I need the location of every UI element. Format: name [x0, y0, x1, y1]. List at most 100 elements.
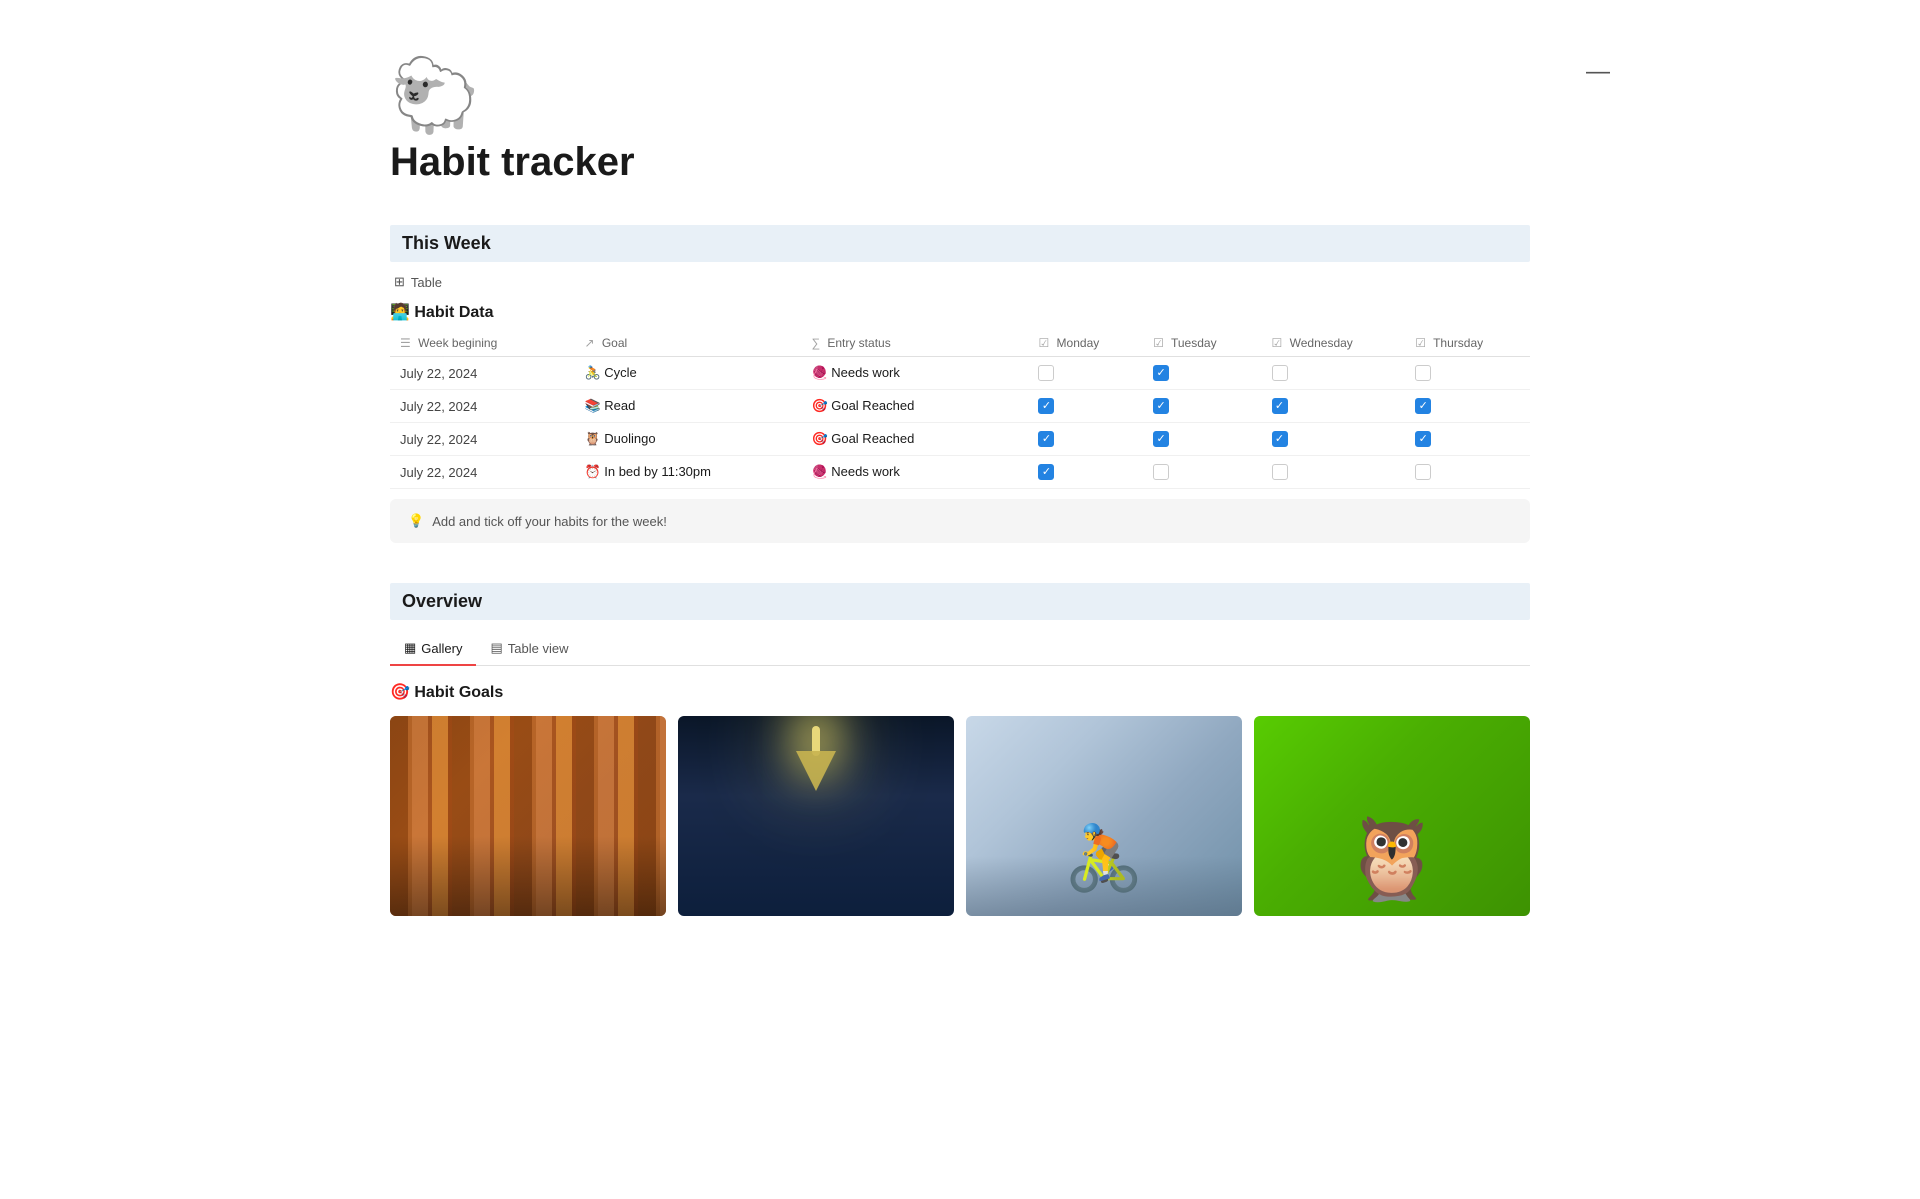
- tab-table-view[interactable]: ▤ Table view: [476, 632, 582, 666]
- checkbox-wednesday[interactable]: [1272, 398, 1288, 414]
- cell-date: July 22, 2024: [390, 357, 574, 390]
- cell-monday[interactable]: [1028, 423, 1143, 456]
- habit-table-body: July 22, 2024 🚴 Cycle 🧶 Needs work: [390, 357, 1530, 489]
- cell-wednesday[interactable]: [1262, 357, 1406, 390]
- overview-tabs: ▦ Gallery ▤ Table view: [390, 632, 1530, 666]
- checkbox-wrapper: [1038, 398, 1133, 414]
- tip-text: Add and tick off your habits for the wee…: [432, 514, 667, 529]
- cell-monday[interactable]: [1028, 456, 1143, 489]
- cell-date: July 22, 2024: [390, 423, 574, 456]
- table-view-tab-icon: ▤: [490, 640, 502, 656]
- table-row: July 22, 2024 🚴 Cycle 🧶 Needs work: [390, 357, 1530, 390]
- habit-table: ☰ Week begining ↗ Goal ∑ Entry status: [390, 330, 1530, 489]
- checkbox-monday[interactable]: [1038, 464, 1054, 480]
- cell-tuesday[interactable]: [1143, 423, 1261, 456]
- checkbox-wrapper: [1272, 431, 1396, 447]
- cell-thursday[interactable]: [1405, 456, 1530, 489]
- habit-data-title: 🧑‍💻 Habit Data: [390, 302, 1530, 322]
- col-header-wednesday: ☑ Wednesday: [1262, 330, 1406, 357]
- cell-monday[interactable]: [1028, 357, 1143, 390]
- checkbox-wrapper: [1415, 431, 1520, 447]
- checkbox-tuesday[interactable]: [1153, 398, 1169, 414]
- col-header-goal: ↗ Goal: [574, 330, 801, 357]
- checkbox-wednesday[interactable]: [1272, 431, 1288, 447]
- gallery-card-duolingo[interactable]: 🦉: [1254, 716, 1530, 916]
- checkbox-wrapper: [1415, 398, 1520, 414]
- checkbox-thursday[interactable]: [1415, 398, 1431, 414]
- cell-tuesday[interactable]: [1143, 357, 1261, 390]
- check-square-icon: ☑: [1038, 336, 1049, 350]
- table-label: Table: [411, 275, 442, 290]
- gallery-card-cycle[interactable]: [966, 716, 1242, 916]
- checkbox-monday[interactable]: [1038, 431, 1054, 447]
- checkbox-wrapper: [1415, 464, 1520, 480]
- checkbox-wrapper: [1038, 365, 1133, 381]
- calendar-icon: ☰: [400, 336, 411, 350]
- checkbox-wrapper: [1272, 398, 1396, 414]
- cell-status: 🎯 Goal Reached: [801, 423, 1028, 456]
- cell-status: 🎯 Goal Reached: [801, 390, 1028, 423]
- overview-header: Overview: [390, 583, 1530, 620]
- cell-thursday[interactable]: [1405, 357, 1530, 390]
- col-header-monday: ☑ Monday: [1028, 330, 1143, 357]
- table-header-row: ☰ Week begining ↗ Goal ∑ Entry status: [390, 330, 1530, 357]
- checkbox-wrapper: [1153, 398, 1251, 414]
- checkbox-wednesday[interactable]: [1272, 365, 1288, 381]
- page-title: Habit tracker: [390, 140, 1530, 185]
- cell-wednesday[interactable]: [1262, 456, 1406, 489]
- checkbox-thursday[interactable]: [1415, 365, 1431, 381]
- cell-wednesday[interactable]: [1262, 390, 1406, 423]
- check-square-icon-thu: ☑: [1415, 336, 1426, 350]
- col-header-status: ∑ Entry status: [801, 330, 1028, 357]
- checkbox-wrapper: [1272, 365, 1396, 381]
- checkbox-monday[interactable]: [1038, 398, 1054, 414]
- duolingo-owl-icon: 🦉: [1342, 812, 1442, 906]
- check-square-icon-tue: ☑: [1153, 336, 1164, 350]
- cell-thursday[interactable]: [1405, 423, 1530, 456]
- checkbox-tuesday[interactable]: [1153, 365, 1169, 381]
- habit-data-container: 🧑‍💻 Habit Data ☰ Week begining ↗ Goal: [390, 302, 1530, 489]
- table-row: July 22, 2024 🦉 Duolingo 🎯 Goal Reached: [390, 423, 1530, 456]
- checkbox-wrapper: [1038, 464, 1133, 480]
- this-week-header: This Week: [390, 225, 1530, 262]
- col-header-week: ☰ Week begining: [390, 330, 574, 357]
- checkbox-wednesday[interactable]: [1272, 464, 1288, 480]
- checkbox-wrapper: [1038, 431, 1133, 447]
- arrow-icon: ↗: [584, 336, 594, 350]
- checkbox-wrapper: [1153, 464, 1251, 480]
- table-icon: ⊞: [394, 274, 405, 290]
- gallery-card-lamp[interactable]: [678, 716, 954, 916]
- checkbox-tuesday[interactable]: [1153, 464, 1169, 480]
- cell-goal: 📚 Read: [574, 390, 801, 423]
- table-view-tab-label: Table view: [508, 641, 569, 656]
- cell-thursday[interactable]: [1405, 390, 1530, 423]
- gallery-card-books[interactable]: [390, 716, 666, 916]
- col-header-tuesday: ☑ Tuesday: [1143, 330, 1261, 357]
- cell-tuesday[interactable]: [1143, 456, 1261, 489]
- cell-monday[interactable]: [1028, 390, 1143, 423]
- cell-wednesday[interactable]: [1262, 423, 1406, 456]
- cell-tuesday[interactable]: [1143, 390, 1261, 423]
- lamp-shade: [796, 751, 836, 791]
- checkbox-wrapper: [1415, 365, 1520, 381]
- overview-section: Overview ▦ Gallery ▤ Table view 🎯 Habit …: [390, 583, 1530, 916]
- checkbox-thursday[interactable]: [1415, 464, 1431, 480]
- gallery-grid: 🦉: [390, 716, 1530, 916]
- cell-goal: 🚴 Cycle: [574, 357, 801, 390]
- checkbox-monday[interactable]: [1038, 365, 1054, 381]
- col-header-thursday: ☑ Thursday: [1405, 330, 1530, 357]
- page-icon: 🐑: [390, 60, 1530, 132]
- this-week-section: This Week ⊞ Table 🧑‍💻 Habit Data ☰ Week …: [390, 225, 1530, 543]
- page-container: — 🐑 Habit tracker This Week ⊞ Table 🧑‍💻 …: [310, 0, 1610, 956]
- checkbox-tuesday[interactable]: [1153, 431, 1169, 447]
- tip-icon: 💡: [408, 513, 424, 529]
- check-square-icon-wed: ☑: [1272, 336, 1283, 350]
- minimize-button[interactable]: —: [1586, 60, 1610, 84]
- tab-gallery[interactable]: ▦ Gallery: [390, 632, 476, 666]
- checkbox-wrapper: [1272, 464, 1396, 480]
- checkbox-wrapper: [1153, 365, 1251, 381]
- cell-goal: 🦉 Duolingo: [574, 423, 801, 456]
- table-subtitle[interactable]: ⊞ Table: [390, 274, 1530, 290]
- checkbox-thursday[interactable]: [1415, 431, 1431, 447]
- cell-date: July 22, 2024: [390, 390, 574, 423]
